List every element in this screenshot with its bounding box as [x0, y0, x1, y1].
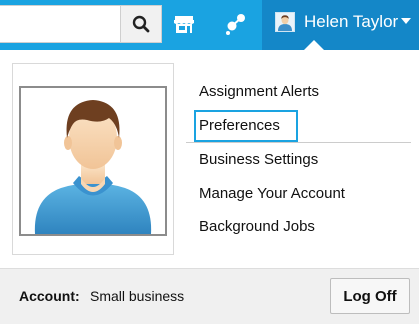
user-menu-toggle[interactable]: Helen Taylor: [262, 0, 419, 50]
menu-item-manage-your-account[interactable]: Manage Your Account: [186, 180, 411, 208]
search-button[interactable]: [120, 5, 162, 43]
share-icon: [226, 14, 245, 35]
menu-item-background-jobs[interactable]: Background Jobs: [186, 213, 411, 241]
account-footer: Account: Small business Log Off: [0, 268, 419, 324]
user-name: Helen Taylor: [304, 12, 399, 31]
top-navigation-bar: Helen Taylor: [0, 0, 419, 50]
dropdown-pointer: [304, 40, 324, 50]
account-label: Account:: [19, 288, 80, 304]
store-button[interactable]: [168, 8, 200, 40]
log-off-button[interactable]: Log Off: [330, 278, 410, 314]
store-icon: [174, 16, 194, 33]
search-field-wrapper[interactable]: [0, 5, 120, 43]
user-dropdown-panel: Assignment Alerts Preferences Business S…: [0, 50, 419, 324]
menu-item-preferences[interactable]: Preferences: [194, 110, 298, 142]
menu-item-assignment-alerts[interactable]: Assignment Alerts: [186, 78, 411, 106]
account-type-value: Small business: [90, 288, 185, 304]
menu-divider: [186, 142, 411, 143]
caret-down-icon: [401, 18, 411, 24]
profile-photo-frame: [12, 63, 174, 255]
user-avatar-icon: [275, 12, 295, 32]
profile-photo[interactable]: [19, 86, 167, 236]
search-icon: [132, 15, 150, 33]
share-button[interactable]: [220, 8, 252, 40]
user-silhouette-icon: [34, 100, 152, 234]
search-input[interactable]: [0, 6, 120, 42]
menu-item-business-settings[interactable]: Business Settings: [186, 146, 411, 174]
